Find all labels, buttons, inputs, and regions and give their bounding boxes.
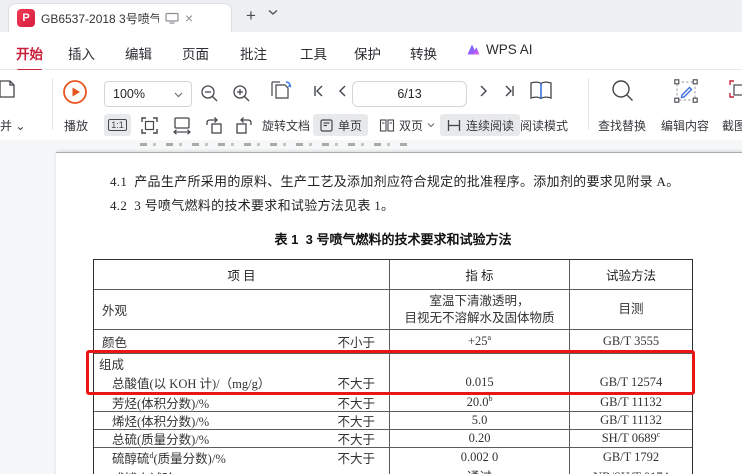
table-cell-indicator: 0.002 0 <box>390 448 570 467</box>
rotate-right-icon[interactable] <box>234 116 254 135</box>
zoom-out-icon[interactable] <box>200 84 219 103</box>
table-cell-method: GB/T 11132 <box>600 413 662 428</box>
menu-tab-insert[interactable]: 插入 <box>68 43 95 63</box>
menu-tab-tools[interactable]: 工具 <box>300 43 327 63</box>
table-cell-method: NB/SH/T 0174 <box>570 467 692 474</box>
screenshot-button[interactable]: 截图 <box>722 117 742 134</box>
menu-tab-convert[interactable]: 转换 <box>410 43 437 63</box>
table-cell-item: 总硫(质量分数)/% 不大于 <box>94 430 390 447</box>
edit-content-button[interactable]: 编辑内容 <box>661 117 709 134</box>
wps-ai-logo-icon <box>467 44 480 55</box>
table-cell-method: SH/T 0689c <box>601 430 661 446</box>
table-cell-item: 硫醇硫d(质量分数)/% 不大于 <box>94 448 390 467</box>
merge-button[interactable]: 合并 ⌄ <box>0 117 25 134</box>
rotate-document-button[interactable]: 旋转文档 <box>262 117 310 134</box>
table-row: 或博士试验通过NB/SH/T 0174 <box>94 467 692 474</box>
page-number-input[interactable]: 6/13 <box>352 81 467 107</box>
table-header-cell: 项 目 <box>94 260 390 289</box>
paragraph-4-2: 4.2 3 号喷气燃料的技术要求和试验方法见表 1。 <box>110 198 395 213</box>
wps-pdf-window: P GB6537-2018 3号喷气燃料 × + 开始 插入 编辑 页面 批注 … <box>0 0 742 474</box>
table-cell-method: GB/T 1792 <box>602 450 660 465</box>
screenshot-icon[interactable] <box>728 79 742 101</box>
table-cell-indicator: 通过 <box>390 467 570 474</box>
menu-tab-comment[interactable]: 批注 <box>240 43 267 63</box>
table-row: 总硫(质量分数)/% 不大于 0.20 SH/T 0689c <box>94 430 692 448</box>
single-page-button[interactable]: 单页 <box>313 114 369 136</box>
table-header-cell: 试验方法 <box>605 269 656 283</box>
table-row: 烯烃(体积分数)/% 不大于 5.0 GB/T 11132 <box>94 412 692 430</box>
first-page-icon[interactable] <box>312 84 326 98</box>
actual-size-button[interactable]: 1:1 <box>104 114 131 136</box>
zoom-level-value: 100% <box>113 87 145 101</box>
find-replace-button[interactable]: 查找替换 <box>598 117 646 134</box>
read-mode-book-icon[interactable] <box>528 79 554 103</box>
fit-page-icon[interactable] <box>140 116 159 135</box>
continuous-read-icon <box>447 119 461 131</box>
fit-width-icon[interactable] <box>172 116 192 135</box>
double-page-icon <box>379 118 395 132</box>
read-mode-button[interactable]: 阅读模式 <box>520 117 568 134</box>
rotate-left-icon[interactable] <box>204 116 224 135</box>
table-cell-item: 或博士试验 <box>94 467 390 474</box>
menu-tab-protect[interactable]: 保护 <box>354 43 381 63</box>
chevron-down-icon <box>427 123 435 128</box>
menu-tab-home[interactable]: 开始 <box>16 43 43 72</box>
menu-tab-page[interactable]: 页面 <box>182 43 209 63</box>
monitor-icon[interactable] <box>165 12 179 24</box>
zoom-level-select[interactable]: 100% <box>104 81 192 107</box>
prev-page-icon[interactable] <box>336 84 348 98</box>
table-header-cell: 指 标 <box>390 260 570 289</box>
pdf-page: 4.1 产品生产所采用的原料、生产工艺及添加剂应符合规定的批准程序。添加剂的要求… <box>56 152 742 474</box>
table-row: 芳烃(体积分数)/% 不大于 20.0b GB/T 11132 <box>94 394 692 412</box>
tab-title: GB6537-2018 3号喷气燃料 <box>41 11 159 26</box>
merge-document-icon[interactable] <box>0 78 18 100</box>
table-cell-item: 外观 <box>94 290 390 329</box>
double-page-button[interactable]: 双页 <box>373 114 441 136</box>
single-page-icon <box>320 118 333 132</box>
zoom-in-icon[interactable] <box>232 84 251 103</box>
table-cell-item: 芳烃(体积分数)/% 不大于 <box>94 394 390 411</box>
table-row: 硫醇硫d(质量分数)/% 不大于 0.002 0 GB/T 1792 <box>94 448 692 467</box>
page-indicator: 6/13 <box>397 87 422 101</box>
edit-content-icon[interactable] <box>672 78 700 104</box>
menu-tab-edit[interactable]: 编辑 <box>125 43 152 63</box>
pdf-app-icon: P <box>17 9 35 27</box>
table-cell-method: GB/T 11132 <box>600 395 662 410</box>
table-row: 外观 室温下清澈透明， 目视无不溶解水及固体物质 目测 <box>94 290 692 330</box>
play-icon[interactable] <box>62 79 88 105</box>
document-tab[interactable]: P GB6537-2018 3号喷气燃料 × <box>8 3 232 32</box>
play-button[interactable]: 播放 <box>64 117 88 134</box>
table-cell-indicator: 20.0b <box>390 394 570 411</box>
table-cell-method: 目测 <box>618 302 644 317</box>
continuous-read-button[interactable]: 连续阅读 <box>440 114 521 136</box>
next-page-icon[interactable] <box>478 84 490 98</box>
table-title: 表 1 3 号喷气燃料的技术要求和试验方法 <box>274 232 512 247</box>
clipped-text-line <box>140 143 410 146</box>
close-icon[interactable]: × <box>185 10 193 26</box>
menu-tab-wps-ai[interactable]: WPS AI <box>466 42 533 57</box>
tab-bar: P GB6537-2018 3号喷气燃料 × + <box>0 0 742 32</box>
menu-bar: 开始 插入 编辑 页面 批注 工具 保护 转换 WPS AI <box>0 32 742 92</box>
last-page-icon[interactable] <box>502 84 516 98</box>
annotation-highlight-box <box>86 350 695 395</box>
find-replace-icon[interactable] <box>610 78 635 103</box>
chevron-down-icon <box>174 92 183 97</box>
table-cell-indicator: 0.20 <box>390 430 570 447</box>
table-cell-indicator: 5.0 <box>390 412 570 429</box>
rotate-pages-icon[interactable] <box>268 80 294 104</box>
table-cell-item: 烯烃(体积分数)/% 不大于 <box>94 412 390 429</box>
new-tab-plus-icon[interactable]: + <box>246 6 256 26</box>
paragraph-4-1: 4.1 产品生产所采用的原料、生产工艺及添加剂应符合规定的批准程序。添加剂的要求… <box>110 174 680 189</box>
document-view[interactable]: 4.1 产品生产所采用的原料、生产工艺及添加剂应符合规定的批准程序。添加剂的要求… <box>0 140 742 474</box>
tab-list-chevron-down-icon[interactable] <box>268 8 278 16</box>
table-cell-indicator: 室温下清澈透明， 目视无不溶解水及固体物质 <box>390 290 570 329</box>
toolbar: 合并 ⌄ 播放 100% 1:1 <box>0 70 742 140</box>
